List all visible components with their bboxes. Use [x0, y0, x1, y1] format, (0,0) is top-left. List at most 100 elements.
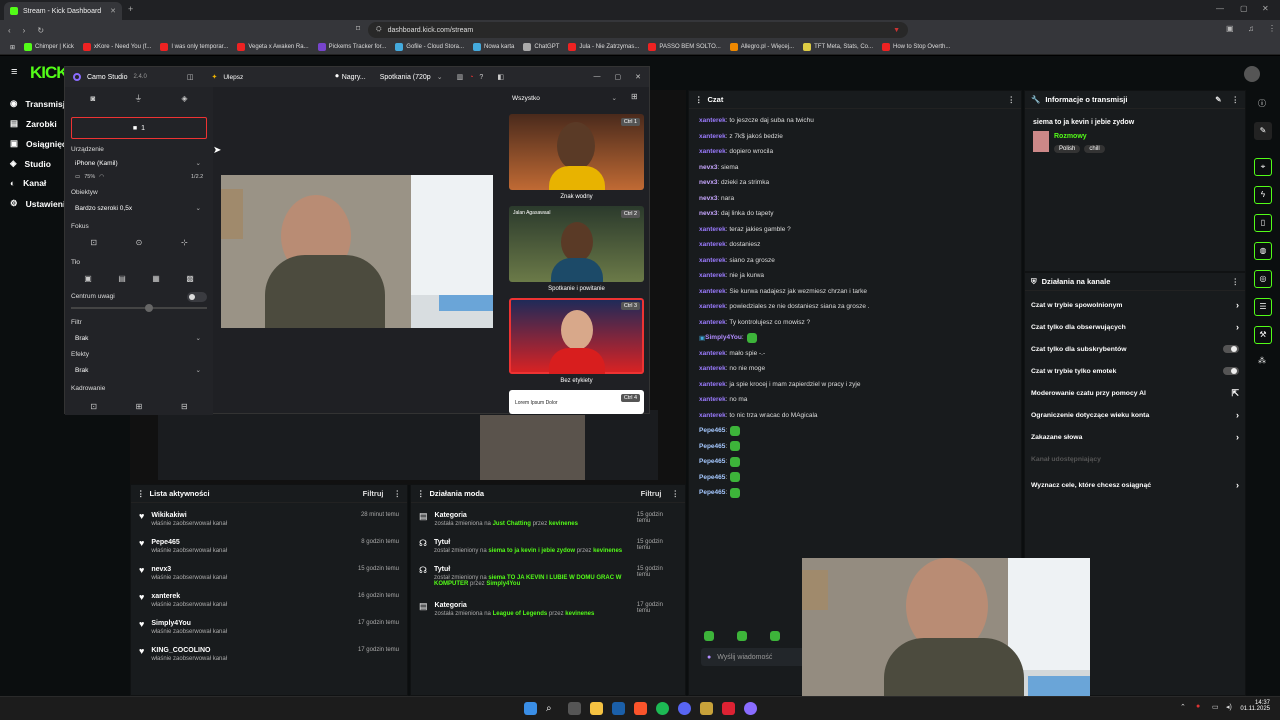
emote-icon[interactable] — [770, 631, 780, 641]
lens-select[interactable]: Bardzo szeroki 0,5x — [71, 201, 207, 215]
sidebar-toggle-icon[interactable]: ◫ — [187, 73, 194, 81]
activity-user[interactable]: xanterek — [151, 593, 227, 600]
tray-chevron-icon[interactable]: ⌃ — [1180, 703, 1186, 711]
channel-action-item[interactable]: Zakazane słowa › — [1025, 426, 1245, 448]
doc-icon[interactable]: ▯ — [1254, 214, 1272, 232]
mod-log-options-icon[interactable]: ⋮ — [672, 489, 680, 498]
upgrade-button[interactable]: Ulepsz — [223, 74, 243, 81]
bookmark-item[interactable]: How to Stop Overth... — [882, 43, 950, 51]
bookmark-item[interactable]: Allegro.pl - Więcej... — [729, 43, 794, 51]
chat-username[interactable]: xanterek — [699, 396, 726, 403]
avatar[interactable] — [1244, 66, 1260, 82]
mic-tray-icon[interactable]: ● — [1196, 703, 1200, 710]
chat-username[interactable]: xanterek — [699, 412, 726, 419]
chevron-right-icon[interactable]: › — [1236, 432, 1239, 442]
chevron-down-icon[interactable]: ⌄ — [437, 73, 443, 81]
mic-icon[interactable]: ● — [707, 654, 711, 661]
filter-select[interactable]: Brak — [71, 331, 207, 345]
chat-username[interactable]: Simply4You — [705, 334, 742, 341]
emote-icon[interactable] — [704, 631, 714, 641]
chevron-right-icon[interactable]: › — [1236, 480, 1239, 490]
record-button[interactable]: ⏺ Nagry... — [335, 73, 366, 81]
apps-icon[interactable]: ⁂ — [1258, 356, 1266, 365]
toggle-switch[interactable] — [1223, 367, 1239, 375]
channel-action-item[interactable]: Kanał udostępniający — [1025, 448, 1245, 470]
clock[interactable]: 14:37 01.11.2025 — [1238, 700, 1270, 712]
info-options-icon[interactable]: ⋮ — [1232, 95, 1240, 104]
activity-menu-icon[interactable]: ⋮ — [137, 489, 145, 498]
menu-icon[interactable]: ⋮ — [1268, 24, 1276, 33]
back-icon[interactable]: ‹ — [8, 26, 11, 35]
grid-view-icon[interactable]: ⊞ — [631, 92, 638, 101]
activity-user[interactable]: Pepe465 — [151, 539, 227, 546]
chat-username[interactable]: xanterek — [699, 288, 726, 295]
activity-options-icon[interactable]: ⋮ — [394, 489, 402, 498]
pencil-icon[interactable]: ✎ — [1254, 122, 1272, 140]
crop-auto-icon[interactable]: ⊡ — [90, 402, 97, 411]
chat-username[interactable]: xanterek — [699, 241, 726, 248]
bookmark-item[interactable]: ChatGPT — [523, 43, 559, 51]
nav-item-studio[interactable]: ◈ Studio — [10, 158, 51, 169]
info-icon[interactable]: ⓘ — [1258, 98, 1266, 109]
chat-username[interactable]: xanterek — [699, 365, 726, 372]
maximize-icon[interactable]: ▢ — [1240, 4, 1248, 13]
bookmark-item[interactable]: PASSO BEM SOLTO... — [648, 43, 721, 51]
help-icon[interactable]: ? — [479, 74, 483, 81]
chevron-right-icon[interactable]: › — [1236, 410, 1239, 420]
chat-username[interactable]: xanterek — [699, 133, 726, 140]
channel-action-item[interactable]: Czat tylko dla subskrybentów — [1025, 338, 1245, 360]
chat-username[interactable]: xanterek — [699, 148, 726, 155]
chat-username[interactable]: nevx3 — [699, 195, 717, 202]
activity-user[interactable]: Wikikakiwi — [151, 512, 227, 519]
minimize-icon[interactable]: — — [594, 73, 601, 81]
close-window-icon[interactable]: ✕ — [1262, 4, 1269, 13]
tools-icon[interactable]: ⚒ — [1254, 326, 1272, 344]
chat-username[interactable]: xanterek — [699, 117, 726, 124]
close-icon[interactable]: ✕ — [635, 73, 641, 81]
channel-action-item[interactable]: Moderowanie czatu przy pomocy AI ⇱ — [1025, 382, 1245, 404]
new-tab-button[interactable]: + — [128, 4, 133, 14]
steam-icon[interactable] — [612, 702, 625, 715]
chat-menu-icon[interactable]: ⋮ — [695, 95, 703, 104]
notification-icon[interactable]: ◔ — [469, 74, 473, 81]
bookmark-item[interactable]: I was only temporar... — [160, 43, 228, 51]
external-link-icon[interactable]: ⇱ — [1231, 388, 1239, 399]
file-explorer-icon[interactable] — [590, 702, 603, 715]
nav-item-settings[interactable]: ⚙ Ustawienia — [10, 198, 70, 209]
channel-action-item[interactable]: Czat w trybie spowolnionym › — [1025, 294, 1245, 316]
chevron-right-icon[interactable]: › — [1236, 300, 1239, 310]
auto-focus-icon[interactable]: ⊡ — [90, 238, 97, 247]
channel-action-item[interactable]: Czat tylko dla obserwujących › — [1025, 316, 1245, 338]
overlay-thumb-meet[interactable]: Jalan Agasawaal Ctrl 2 — [509, 206, 644, 282]
browser-tab[interactable]: Stream - Kick Dashboard ✕ — [4, 2, 122, 20]
emote-icon[interactable] — [737, 631, 747, 641]
network-icon[interactable]: ▭ — [1212, 703, 1219, 711]
extensions-icon[interactable]: ▣ — [1226, 24, 1234, 33]
spotify-icon[interactable] — [656, 702, 669, 715]
crop-manual-icon[interactable]: ⊟ — [181, 402, 188, 411]
app-icon[interactable] — [722, 702, 735, 715]
task-view-icon[interactable] — [568, 702, 581, 715]
chat-username[interactable]: nevx3 — [699, 210, 717, 217]
overlay-filter-dropdown[interactable]: Wszystko ⌄ — [509, 91, 617, 105]
overlay-thumb-lorem[interactable]: Lorem Ipsum Dolor Ctrl 4 — [509, 390, 644, 414]
camera-slot-button[interactable]: ■ 1 — [71, 117, 207, 139]
channel-action-item[interactable]: Ograniczenie dotyczące wieku konta › — [1025, 404, 1245, 426]
mod-log-user[interactable]: kevinenes — [549, 521, 578, 527]
maximize-icon[interactable]: ▢ — [615, 73, 622, 81]
mod-log-filter-button[interactable]: Filtruj — [641, 489, 662, 498]
nav-item-stream[interactable]: ◉ Transmisja — [10, 98, 70, 109]
crop-track-icon[interactable]: ⊞ — [136, 402, 143, 411]
chat-username[interactable]: xanterek — [699, 319, 726, 326]
chat-username[interactable]: Pepe465 — [699, 489, 725, 496]
mod-log-user[interactable]: Simply4You — [486, 581, 520, 587]
device-select[interactable]: iPhone (Kamil) — [71, 156, 207, 170]
minimize-icon[interactable]: — — [1216, 4, 1224, 13]
chat-username[interactable]: xanterek — [699, 350, 726, 357]
category-name[interactable]: Rozmowy — [1054, 133, 1087, 140]
bookmark-item[interactable]: Jula - Nie Zatrzymas... — [568, 43, 639, 51]
bg-hide-icon[interactable]: ▩ — [186, 274, 194, 283]
actions-options-icon[interactable]: ⋮ — [1232, 277, 1240, 286]
search-icon[interactable]: ⌕ — [546, 702, 559, 715]
preset-dropdown[interactable]: Spotkania (720p — [380, 74, 431, 81]
